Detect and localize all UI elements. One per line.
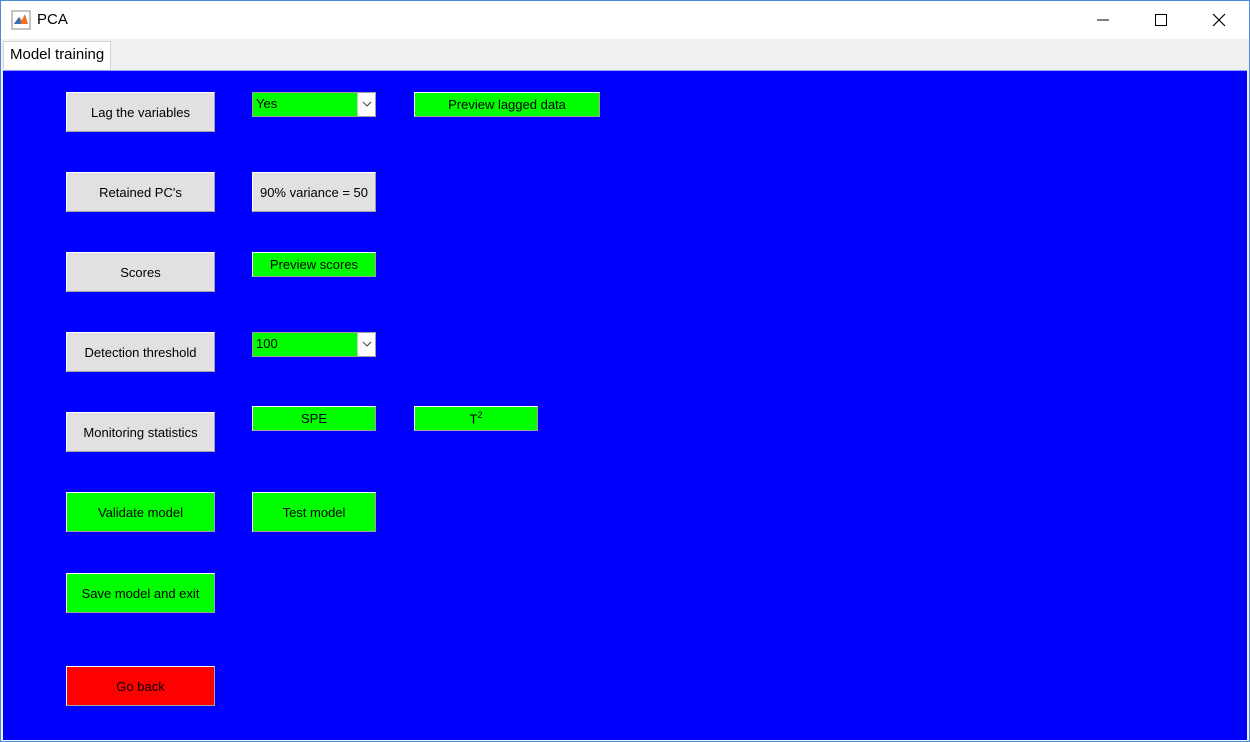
detection-threshold-button[interactable]: Detection threshold	[66, 332, 215, 372]
threshold-select-value: 100	[256, 336, 278, 351]
retained-pcs-button[interactable]: Retained PC's	[66, 172, 215, 212]
window-title: PCA	[37, 11, 68, 28]
minimize-button[interactable]	[1074, 1, 1132, 39]
threshold-select[interactable]: 100	[252, 332, 376, 357]
chevron-down-icon	[357, 93, 375, 116]
maximize-icon	[1155, 14, 1167, 26]
scores-button[interactable]: Scores	[66, 252, 215, 292]
maximize-button[interactable]	[1132, 1, 1190, 39]
go-back-button[interactable]: Go back	[66, 666, 215, 706]
lag-select-value: Yes	[256, 96, 278, 111]
t2-label: T2	[469, 410, 483, 427]
test-model-button[interactable]: Test model	[252, 492, 376, 532]
close-icon	[1212, 13, 1226, 27]
preview-lagged-data-button[interactable]: Preview lagged data	[414, 92, 600, 117]
model-training-panel: Lag the variables Retained PC's Scores D…	[3, 70, 1247, 740]
close-button[interactable]	[1190, 1, 1248, 39]
minimize-icon	[1097, 19, 1109, 21]
preview-scores-button[interactable]: Preview scores	[252, 252, 376, 277]
save-model-exit-button[interactable]: Save model and exit	[66, 573, 215, 613]
monitoring-statistics-button[interactable]: Monitoring statistics	[66, 412, 215, 452]
tab-model-training[interactable]: Model training	[3, 41, 112, 69]
validate-model-button[interactable]: Validate model	[66, 492, 215, 532]
spe-button[interactable]: SPE	[252, 406, 376, 431]
lag-select[interactable]: Yes	[252, 92, 376, 117]
tab-strip: Model training	[1, 39, 1249, 70]
app-window: PCA Model training Lag the variables Ret…	[0, 0, 1250, 742]
t2-button[interactable]: T2	[414, 406, 538, 431]
title-bar: PCA	[1, 1, 1249, 39]
variance-display: 90% variance = 50	[252, 172, 376, 212]
matlab-icon	[11, 10, 31, 30]
chevron-down-icon	[357, 333, 375, 356]
lag-variables-button[interactable]: Lag the variables	[66, 92, 215, 132]
